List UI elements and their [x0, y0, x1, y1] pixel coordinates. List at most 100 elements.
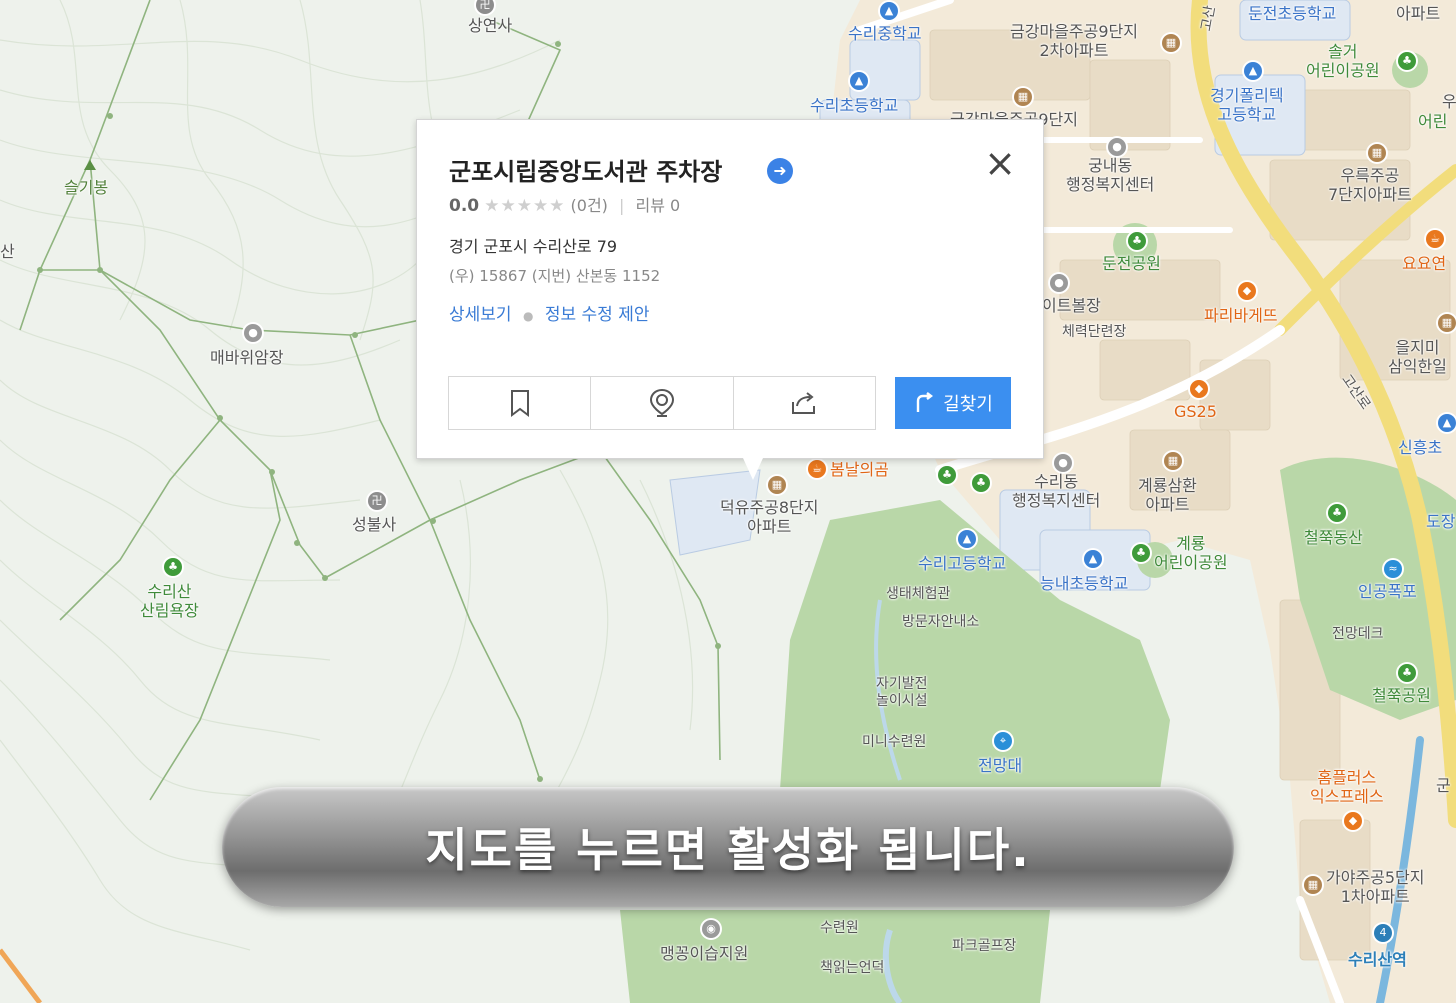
label-cheoljjuk-park[interactable]: 철쭉공원	[1372, 686, 1431, 705]
school-icon: ▲	[880, 2, 898, 20]
shopping-icon: ◆	[1344, 812, 1362, 830]
label-gaya5[interactable]: 가야주공5단지 1차아파트	[1326, 868, 1425, 906]
label-deokyu8[interactable]: 덕유주공8단지 아파트	[720, 498, 819, 536]
apartment-icon: ▦	[1164, 452, 1182, 470]
label-ecology[interactable]: 생태체험관	[886, 586, 950, 603]
info-links: 상세보기 ● 정보 수정 제안	[449, 300, 650, 325]
label-suri-middle[interactable]: 수리중학교	[848, 24, 922, 43]
label-homeplus[interactable]: 홈플러스 익스프레스	[1310, 768, 1384, 806]
office-icon: ●	[1108, 138, 1126, 156]
label-suri-dong[interactable]: 수리동 행정복지센터	[1012, 472, 1100, 510]
dot-separator: ●	[522, 309, 534, 323]
office-icon: ●	[1054, 454, 1072, 472]
label-seongbulsa[interactable]: 성불사	[352, 515, 396, 534]
tree-icon: ♣	[972, 474, 990, 492]
label-euljimi[interactable]: 을지미 삼익한일	[1388, 338, 1447, 376]
label-geumgang9-2[interactable]: 금강마을주공9단지 2차아파트	[1010, 22, 1138, 60]
label-dunjeon-park[interactable]: 둔전공원	[1102, 254, 1161, 273]
bookmark-icon	[510, 390, 529, 417]
label-surisan-station[interactable]: 수리산역	[1348, 950, 1407, 969]
label-woorook7[interactable]: 우륵주공 7단지아파트	[1328, 166, 1412, 204]
label-dunjeon-elem[interactable]: 둔전초등학교	[1248, 4, 1336, 23]
route-button[interactable]: 길찾기	[895, 377, 1011, 429]
star-icon: ★★★★★	[484, 196, 566, 216]
label-gungnae[interactable]: 궁내동 행정복지센터	[1066, 156, 1154, 194]
apartment-icon: ▦	[768, 476, 786, 494]
label-dojang[interactable]: 도장	[1426, 512, 1455, 531]
review-count[interactable]: 리뷰 0	[635, 196, 680, 215]
label-gun[interactable]: 군	[1436, 776, 1451, 795]
tree-icon: ♣	[1398, 664, 1416, 682]
tree-icon: ♣	[1398, 52, 1416, 70]
apartment-icon: ▦	[1368, 144, 1386, 162]
label-sangyeonsa[interactable]: 상연사	[468, 16, 512, 35]
postal-address: (우) 15867 (지번) 산본동 1152	[449, 267, 661, 285]
label-chaegingneun[interactable]: 책읽는언덕	[820, 960, 884, 977]
rating-score: 0.0	[449, 196, 480, 216]
label-bomnal[interactable]: 봄날의곰	[830, 460, 889, 479]
school-icon: ▲	[1438, 414, 1456, 432]
label-visitor[interactable]: 방문자안내소	[902, 614, 979, 631]
share-button[interactable]	[734, 377, 875, 429]
label-suri-elem[interactable]: 수리초등학교	[810, 96, 898, 115]
label-cheoljjuk-san[interactable]: 철쭉동산	[1304, 528, 1363, 547]
rock-climbing-icon: ●	[244, 324, 262, 342]
waterfall-icon: ≈	[1384, 560, 1402, 578]
place-info-window: 군포시립중앙도서관 주차장 ➜ × 0.0 ★★★★★ (0건) | 리뷰 0 …	[416, 119, 1044, 480]
route-icon	[916, 392, 934, 412]
label-gyeryong-apt[interactable]: 계룡삼환 아파트	[1138, 476, 1197, 514]
label-neungnae[interactable]: 능내초등학교	[1040, 574, 1128, 593]
label-san[interactable]: 산	[0, 242, 15, 261]
label-yoyo[interactable]: 요요연	[1402, 254, 1446, 273]
school-icon: ▲	[1084, 550, 1102, 568]
directions-arrow-icon[interactable]: ➜	[767, 158, 793, 184]
apartment-icon: ▦	[1304, 876, 1322, 894]
label-seulgibong[interactable]: 슬기봉	[64, 178, 108, 197]
cafe-icon: ☕	[1426, 230, 1444, 248]
label-sinheung[interactable]: 신흥초	[1398, 438, 1442, 457]
camera-icon: ◉	[702, 920, 720, 938]
label-surisan-forest[interactable]: 수리산 산림욕장	[140, 582, 199, 620]
label-u[interactable]: 우	[1442, 92, 1456, 111]
cafe-icon: ☕	[808, 460, 826, 478]
label-itebol[interactable]: 이트볼장	[1042, 296, 1101, 315]
label-gs25[interactable]: GS25	[1174, 402, 1217, 421]
apartment-icon: ▦	[1162, 34, 1180, 52]
label-fitness[interactable]: 체력단련장	[1062, 324, 1126, 341]
close-button[interactable]: ×	[983, 144, 1017, 182]
sports-icon: ●	[1050, 274, 1068, 292]
label-self-dev[interactable]: 자기발전 놀이시설	[876, 676, 928, 710]
bookmark-button[interactable]	[449, 377, 592, 429]
label-observatory[interactable]: 전망대	[978, 756, 1022, 775]
label-paris[interactable]: 파리바게뜨	[1204, 306, 1278, 325]
label-jeonmang-deck[interactable]: 전망데크	[1332, 626, 1384, 643]
label-maebawi[interactable]: 매바위암장	[210, 348, 284, 367]
label-apart-top[interactable]: 아파트	[1396, 4, 1440, 23]
roadview-button[interactable]	[591, 377, 734, 429]
route-label: 길찾기	[943, 394, 993, 415]
label-maengkkongi[interactable]: 맹꽁이습지원	[660, 944, 748, 963]
label-artificial-fall[interactable]: 인공폭포	[1358, 582, 1417, 601]
roadview-pin-icon	[649, 388, 674, 417]
label-suryeonwon[interactable]: 수련원	[820, 920, 859, 937]
tree-icon: ♣	[1132, 544, 1150, 562]
map-activation-banner[interactable]: 지도를 누르면 활성화 됩니다.	[222, 787, 1234, 907]
subway-station-icon: 4	[1374, 924, 1392, 942]
label-gyeryong-park[interactable]: 계룡 어린이공원	[1154, 534, 1228, 572]
label-suri-high[interactable]: 수리고등학교	[918, 554, 1006, 573]
observatory-icon: ⌖	[994, 732, 1012, 750]
label-gyeonggi-poly[interactable]: 경기폴리텍 고등학교	[1210, 86, 1284, 124]
detail-link[interactable]: 상세보기	[449, 305, 512, 325]
tree-icon: ♣	[938, 466, 956, 484]
place-title[interactable]: 군포시립중앙도서관 주차장	[449, 152, 722, 187]
edit-suggestion-link[interactable]: 정보 수정 제안	[545, 305, 650, 325]
rating-row: 0.0 ★★★★★ (0건) | 리뷰 0	[449, 192, 680, 216]
label-mini-suryeon[interactable]: 미니수련원	[862, 734, 926, 751]
apartment-icon: ▦	[1014, 88, 1032, 106]
action-buttons	[448, 376, 876, 430]
label-paekigol[interactable]: 파크골프장	[952, 938, 1016, 955]
label-solgeo[interactable]: 솔거 어린이공원	[1306, 42, 1380, 80]
divider: |	[619, 196, 625, 215]
label-eorin-right[interactable]: 어린	[1418, 112, 1447, 131]
tree-icon: ♣	[1328, 504, 1346, 522]
